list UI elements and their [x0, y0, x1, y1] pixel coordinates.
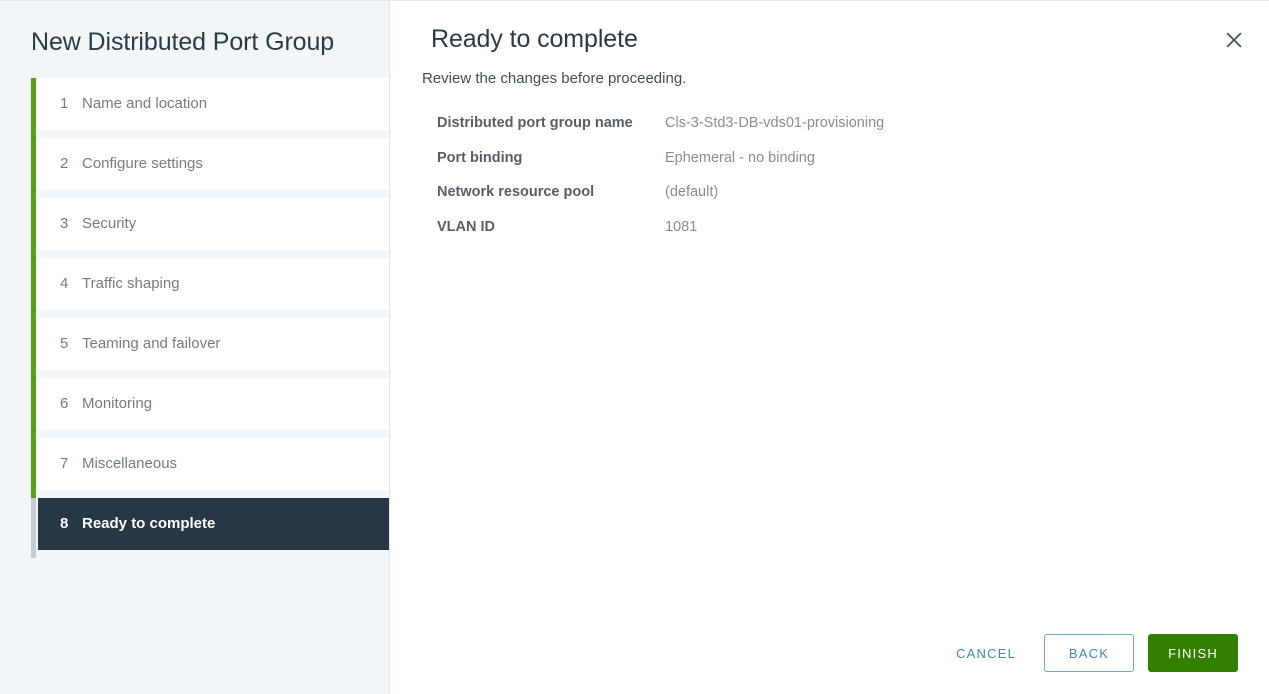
- step-number: 8: [60, 515, 69, 532]
- wizard-main-panel: Ready to complete Review the changes bef…: [390, 1, 1269, 694]
- step-label: Name and location: [82, 95, 208, 112]
- step-label: Traffic shaping: [82, 275, 180, 292]
- summary-value: 1081: [665, 218, 698, 235]
- wizard-sidebar: New Distributed Port Group 1 Name and lo…: [0, 1, 390, 694]
- summary-value: Cls-3-Std3-DB-vds01-provisioning: [665, 115, 885, 131]
- summary-value: (default): [665, 184, 719, 201]
- sidebar-step-ready-to-complete[interactable]: 8 Ready to complete: [38, 497, 389, 550]
- step-label: Miscellaneous: [82, 455, 178, 472]
- step-label: Monitoring: [82, 395, 153, 412]
- sidebar-step-name-and-location[interactable]: 1 Name and location: [38, 77, 389, 130]
- summary-row-vlan-id: VLAN ID 1081: [437, 217, 1150, 238]
- step-number: 5: [60, 335, 69, 352]
- sidebar-step-miscellaneous[interactable]: 7 Miscellaneous: [38, 437, 389, 490]
- step-label: Ready to complete: [82, 515, 216, 532]
- summary-key: Distributed port group name: [437, 115, 633, 131]
- wizard-footer: CANCEL BACK FINISH: [942, 634, 1238, 672]
- step-label: Teaming and failover: [82, 335, 221, 352]
- summary-key: VLAN ID: [437, 218, 495, 235]
- sidebar-step-monitoring[interactable]: 6 Monitoring: [38, 377, 389, 430]
- step-label: Configure settings: [82, 155, 203, 172]
- page-subtitle: Review the changes before proceeding.: [422, 70, 687, 87]
- summary-row-port-binding: Port binding Ephemeral - no binding: [437, 148, 1150, 169]
- sidebar-step-configure-settings[interactable]: 2 Configure settings: [38, 137, 389, 190]
- new-distributed-port-group-wizard: New Distributed Port Group 1 Name and lo…: [0, 0, 1269, 694]
- wizard-step-list: 1 Name and location 2 Configure settings…: [0, 77, 389, 558]
- progress-rail-completed: [31, 77, 36, 558]
- summary-row-port-group-name: Distributed port group name Cls-3-Std3-D…: [437, 113, 1150, 134]
- summary-row-network-resource-pool: Network resource pool (default): [437, 182, 1150, 203]
- progress-rail-remaining: [31, 497, 36, 558]
- step-number: 4: [60, 275, 69, 292]
- step-label: Security: [82, 215, 137, 232]
- summary-table: Distributed port group name Cls-3-Std3-D…: [390, 113, 1150, 237]
- summary-key: Port binding: [437, 149, 523, 166]
- step-number: 2: [60, 155, 69, 172]
- sidebar-step-teaming-and-failover[interactable]: 5 Teaming and failover: [38, 317, 389, 370]
- sidebar-step-traffic-shaping[interactable]: 4 Traffic shaping: [38, 257, 389, 310]
- step-number: 3: [60, 215, 69, 232]
- step-number: 6: [60, 395, 69, 412]
- wizard-title: New Distributed Port Group: [31, 28, 335, 56]
- summary-value: Ephemeral - no binding: [665, 149, 815, 166]
- step-number: 1: [60, 95, 69, 112]
- step-number: 7: [60, 455, 69, 472]
- cancel-button[interactable]: CANCEL: [942, 634, 1030, 672]
- back-button[interactable]: BACK: [1044, 634, 1134, 672]
- sidebar-step-security[interactable]: 3 Security: [38, 197, 389, 250]
- page-title: Ready to complete: [431, 25, 638, 53]
- finish-button[interactable]: FINISH: [1148, 634, 1238, 672]
- summary-key: Network resource pool: [437, 184, 595, 201]
- close-icon[interactable]: [1221, 27, 1247, 53]
